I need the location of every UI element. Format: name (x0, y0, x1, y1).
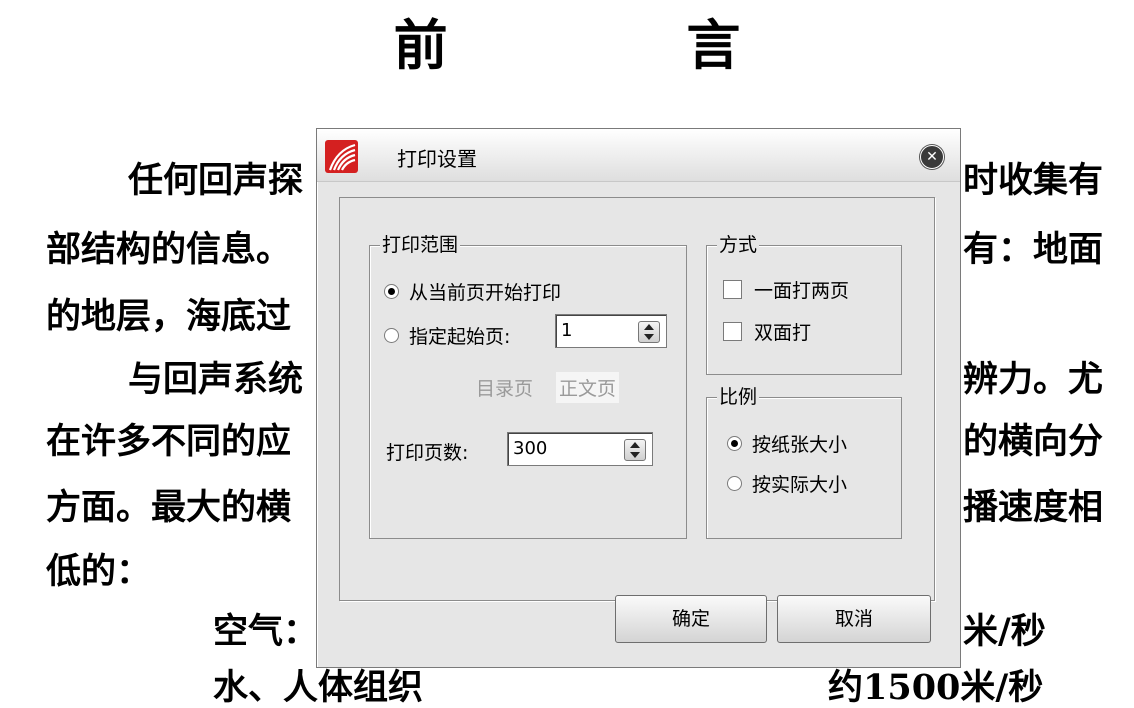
duplex-checkbox[interactable] (723, 322, 742, 341)
app-logo-icon (325, 140, 358, 173)
body-page-button[interactable]: 正文页 (556, 372, 620, 403)
fit-paper-option[interactable]: 按纸张大小 (727, 430, 847, 457)
text-line: 的地层，海底过 (46, 297, 292, 337)
specify-start-page-option[interactable]: 指定起始页: (384, 322, 510, 349)
text-line: 低的： (46, 552, 152, 592)
fit-paper-radio[interactable] (727, 436, 742, 451)
duplex-label: 双面打 (754, 322, 812, 344)
print-range-legend: 打印范围 (380, 233, 461, 257)
spin-arrows-icon[interactable] (624, 439, 646, 461)
text-line: 的横向分 (963, 422, 1104, 462)
print-mode-legend: 方式 (717, 233, 760, 257)
dialog-titlebar[interactable]: 打印设置 ✕ (317, 129, 960, 182)
print-mode-group: 方式 一面打两页 双面打 (706, 233, 902, 375)
actual-size-radio[interactable] (727, 476, 742, 491)
from-current-page-label: 从当前页开始打印 (409, 282, 562, 304)
toc-page-button[interactable]: 目录页 (473, 372, 536, 403)
start-page-stepper[interactable]: 1 (555, 314, 667, 348)
dialog-title: 打印设置 (397, 147, 477, 171)
close-icon[interactable]: ✕ (920, 145, 944, 169)
actual-size-label: 按实际大小 (752, 474, 848, 496)
page-count-row: 打印页数: (386, 438, 468, 465)
cancel-button[interactable]: 取消 (777, 595, 931, 643)
fit-paper-label: 按纸张大小 (752, 434, 848, 456)
print-settings-dialog: 打印设置 ✕ 打印范围 从当前页开始打印 指定起始页: 1 目录页 正文页 打印… (316, 128, 961, 668)
print-range-group: 打印范围 从当前页开始打印 指定起始页: 1 目录页 正文页 打印页数: 300 (369, 233, 687, 539)
settings-panel: 打印范围 从当前页开始打印 指定起始页: 1 目录页 正文页 打印页数: 300 (339, 197, 935, 601)
text-line: 空气： (213, 612, 319, 652)
text-line: 时收集有 (963, 161, 1104, 201)
page-count-value[interactable]: 300 (513, 438, 547, 459)
text-line: 有：地面 (963, 230, 1104, 270)
text-line: 约1500米/秒 (828, 668, 1044, 708)
actual-size-option[interactable]: 按实际大小 (727, 470, 847, 497)
text-line: 部结构的信息。 (46, 230, 292, 270)
text-line: 任何回声探 (128, 161, 304, 201)
document-title: 前 言 (393, 13, 851, 77)
start-page-value[interactable]: 1 (561, 320, 572, 341)
two-per-side-label: 一面打两页 (754, 280, 850, 302)
text-line: 播速度相 (963, 488, 1104, 528)
ok-button[interactable]: 确定 (615, 595, 767, 643)
text-line: 水、人体组织 (213, 668, 424, 708)
text-line: 与回声系统 (128, 360, 304, 400)
two-per-side-checkbox[interactable] (723, 280, 742, 299)
duplex-option[interactable]: 双面打 (723, 318, 811, 345)
specify-start-page-radio[interactable] (384, 328, 399, 343)
from-current-page-option[interactable]: 从当前页开始打印 (384, 278, 561, 305)
print-scale-legend: 比例 (717, 385, 760, 409)
text-line: 在许多不同的应 (46, 422, 292, 462)
spin-arrows-icon[interactable] (638, 321, 660, 343)
print-scale-group: 比例 按纸张大小 按实际大小 (706, 385, 902, 539)
text-line: 辨力。尤 (963, 360, 1104, 400)
text-line: 米/秒 (963, 612, 1046, 652)
page-count-stepper[interactable]: 300 (507, 432, 653, 466)
two-per-side-option[interactable]: 一面打两页 (723, 276, 849, 303)
page-count-label: 打印页数: (386, 442, 469, 464)
text-line: 方面。最大的横 (46, 488, 292, 528)
from-current-page-radio[interactable] (384, 284, 399, 299)
specify-start-page-label: 指定起始页: (409, 326, 511, 348)
